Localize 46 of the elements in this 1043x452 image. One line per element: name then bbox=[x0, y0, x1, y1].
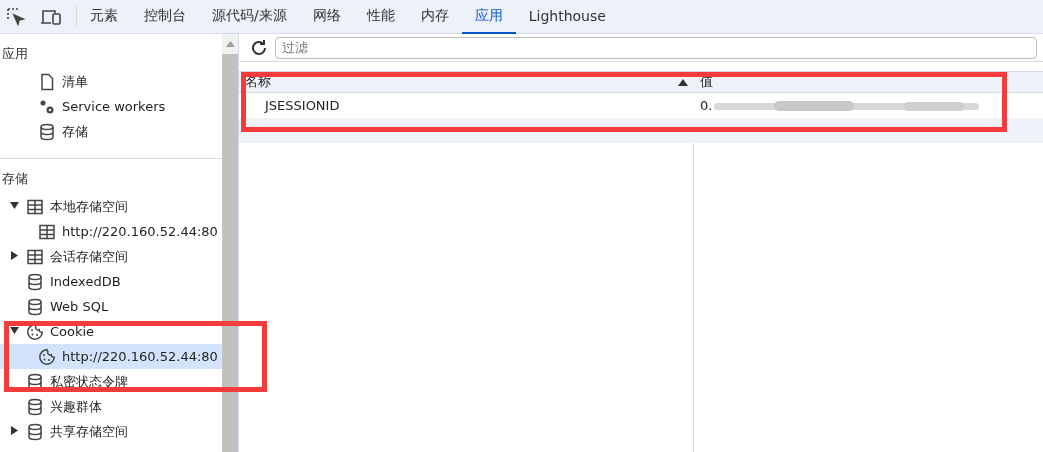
tree-item[interactable]: IndexedDB bbox=[0, 269, 222, 294]
table-cell: 0. bbox=[700, 98, 713, 113]
tree-item[interactable]: 共享存储空间 bbox=[0, 419, 222, 444]
database-icon bbox=[26, 297, 44, 316]
tree-item[interactable]: Cookie bbox=[0, 319, 222, 344]
panel-tab[interactable]: 源代码/来源 bbox=[199, 0, 300, 34]
cookie-icon bbox=[38, 347, 56, 366]
expanded-triangle-icon bbox=[10, 326, 19, 335]
table-icon bbox=[38, 222, 56, 241]
tree-item[interactable]: 清单 bbox=[0, 69, 222, 94]
panel-tab[interactable]: 性能 bbox=[353, 0, 408, 34]
scroll-up-icon bbox=[225, 41, 235, 47]
database-icon bbox=[26, 397, 44, 416]
tree-item[interactable]: http://220.160.52.44:80 bbox=[0, 344, 222, 369]
collapsed-triangle-icon bbox=[10, 251, 19, 260]
filter-field[interactable]: 过滤 bbox=[275, 36, 1037, 59]
tree-item[interactable]: http://220.160.52.44:80 bbox=[0, 219, 222, 244]
scrollbar[interactable] bbox=[222, 34, 239, 452]
file-icon bbox=[38, 72, 56, 91]
database-icon bbox=[26, 422, 44, 441]
panel-tab[interactable]: 网络 bbox=[299, 0, 354, 34]
tree-item[interactable]: 兴趣群体 bbox=[0, 394, 222, 419]
panel-tab[interactable]: 内存 bbox=[407, 0, 462, 34]
tree-item[interactable]: 本地存储空间 bbox=[0, 194, 222, 219]
tree-item[interactable]: Web SQL bbox=[0, 294, 222, 319]
panel-tab[interactable]: Lighthouse bbox=[515, 0, 619, 34]
section-title: 存储 bbox=[1, 170, 29, 188]
collapsed-triangle-icon bbox=[10, 426, 19, 435]
database-icon bbox=[26, 272, 44, 291]
table-icon bbox=[26, 197, 44, 216]
tree-item[interactable]: 存储 bbox=[0, 119, 222, 144]
expanded-triangle-icon bbox=[10, 201, 19, 210]
column-header[interactable]: 值 bbox=[694, 72, 1043, 92]
refresh-icon[interactable] bbox=[249, 37, 269, 58]
panel-tab[interactable]: 应用 bbox=[461, 0, 516, 34]
section-title: 应用 bbox=[1, 45, 29, 63]
column-header[interactable]: 名称 bbox=[239, 72, 694, 92]
tree-item[interactable]: Service workers bbox=[0, 94, 222, 119]
sort-ascending-icon bbox=[678, 78, 688, 86]
panel-tab[interactable]: 控制台 bbox=[131, 0, 199, 34]
table-cell-text: JSESSIONID bbox=[263, 97, 341, 115]
database-icon bbox=[38, 122, 56, 141]
table-icon bbox=[26, 247, 44, 266]
panel-tab[interactable]: 元素 bbox=[77, 0, 131, 34]
tree-item[interactable]: 会话存储空间 bbox=[0, 244, 222, 269]
inspect-icon[interactable] bbox=[6, 6, 26, 27]
